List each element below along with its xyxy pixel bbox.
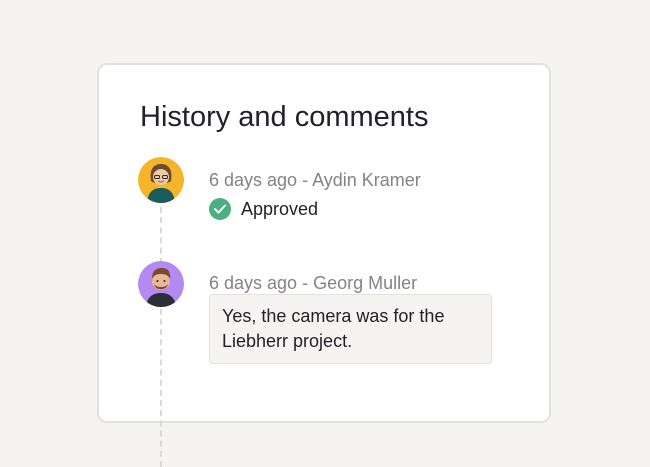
check-icon: [209, 198, 231, 220]
status-approved: Approved: [209, 197, 318, 221]
avatar-georg-muller[interactable]: [138, 261, 184, 307]
status-label: Approved: [241, 199, 319, 219]
avatar-image: [138, 157, 184, 203]
entry-meta: 6 days ago - Georg Muller: [209, 273, 418, 293]
avatar-aydin-kramer[interactable]: [138, 157, 184, 203]
panel-title: History and comments: [140, 101, 429, 133]
timeline-connector: [160, 207, 162, 467]
entry-meta: 6 days ago - Aydin Kramer: [209, 170, 421, 190]
avatar-image: [138, 261, 184, 307]
comment-bubble: Yes, the camera was for the Liebherr pro…: [209, 294, 492, 364]
history-comments-panel: History and comments 6 days ago - Aydin …: [97, 63, 551, 467]
